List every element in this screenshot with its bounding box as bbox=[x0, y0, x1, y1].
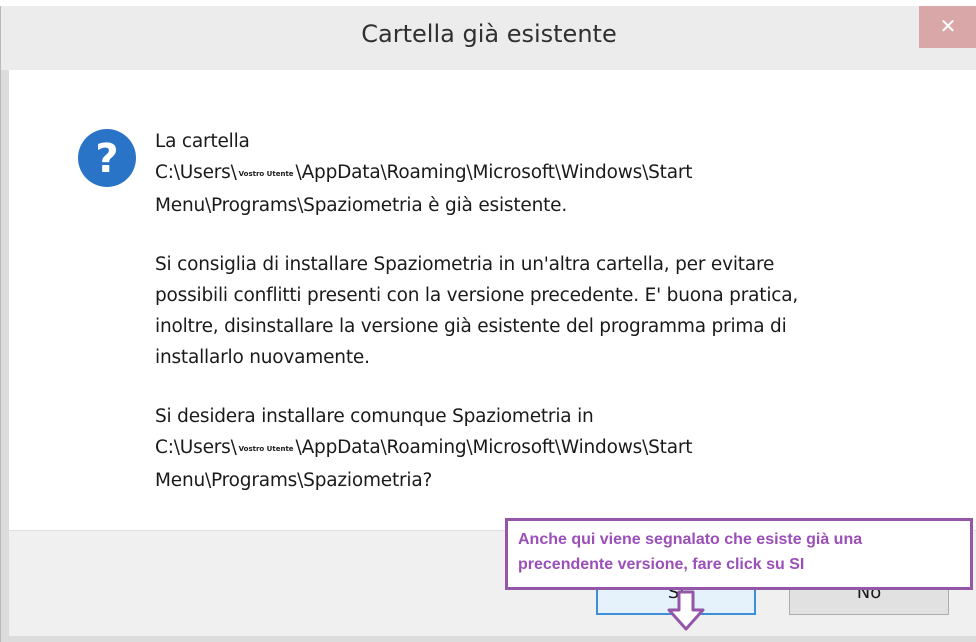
close-button[interactable]: ✕ bbox=[919, 6, 976, 48]
question-icon: ? bbox=[78, 129, 136, 187]
path-prefix: C:\Users\ bbox=[155, 162, 237, 183]
path-suffix: \AppData\Roaming\Microsoft\Windows\Start bbox=[295, 437, 693, 458]
content-area: ? La cartella C:\Users\ Vostro Utente \App… bbox=[9, 70, 976, 530]
redacted-username: Vostro Utente bbox=[238, 445, 294, 453]
path-suffix: \AppData\Roaming\Microsoft\Windows\Start bbox=[295, 162, 693, 183]
title-bar[interactable]: Cartella già esistente ✕ bbox=[1, 6, 976, 70]
screen: Cartella già esistente ✕ ? La cartella C… bbox=[0, 0, 976, 642]
message-paragraph-3: Si desidera installare comunque Spaziome… bbox=[155, 401, 915, 496]
dialog-body: ? La cartella C:\Users\ Vostro Utente \App… bbox=[9, 70, 976, 636]
annotation-line: precendente versione, fare click su SI bbox=[518, 556, 805, 573]
down-arrow-icon bbox=[667, 590, 705, 631]
redacted-username: Vostro Utente bbox=[238, 170, 294, 178]
message-line: Menu\Programs\Spaziometria è già esisten… bbox=[155, 195, 568, 216]
message-line: La cartella bbox=[155, 131, 250, 152]
message-line: Menu\Programs\Spaziometria? bbox=[155, 470, 433, 491]
message-line: Si consiglia di installare Spaziometria … bbox=[155, 254, 775, 275]
message-line: Si desidera installare comunque Spaziome… bbox=[155, 406, 594, 427]
message-line: inoltre, disinstallare la versione già e… bbox=[155, 316, 787, 337]
message-paragraph-1: La cartella C:\Users\ Vostro Utente \AppDa… bbox=[155, 126, 915, 221]
annotation-line: Anche qui viene segnalato che esiste già… bbox=[518, 531, 863, 548]
message-line: possibili conflitti presenti con la vers… bbox=[155, 285, 799, 306]
svg-text:?: ? bbox=[95, 136, 118, 182]
dialog-title: Cartella già esistente bbox=[361, 20, 617, 48]
annotation-callout: Anche qui viene segnalato che esiste già… bbox=[505, 518, 973, 590]
message-line: installarlo nuovamente. bbox=[155, 347, 370, 368]
message-paragraph-2: Si consiglia di installare Spaziometria … bbox=[155, 249, 915, 373]
path-prefix: C:\Users\ bbox=[155, 437, 237, 458]
dialog-message: La cartella C:\Users\ Vostro Utente \AppDa… bbox=[155, 126, 915, 496]
dialog-window: Cartella già esistente ✕ ? La cartella C… bbox=[0, 6, 976, 642]
close-icon: ✕ bbox=[939, 14, 957, 38]
